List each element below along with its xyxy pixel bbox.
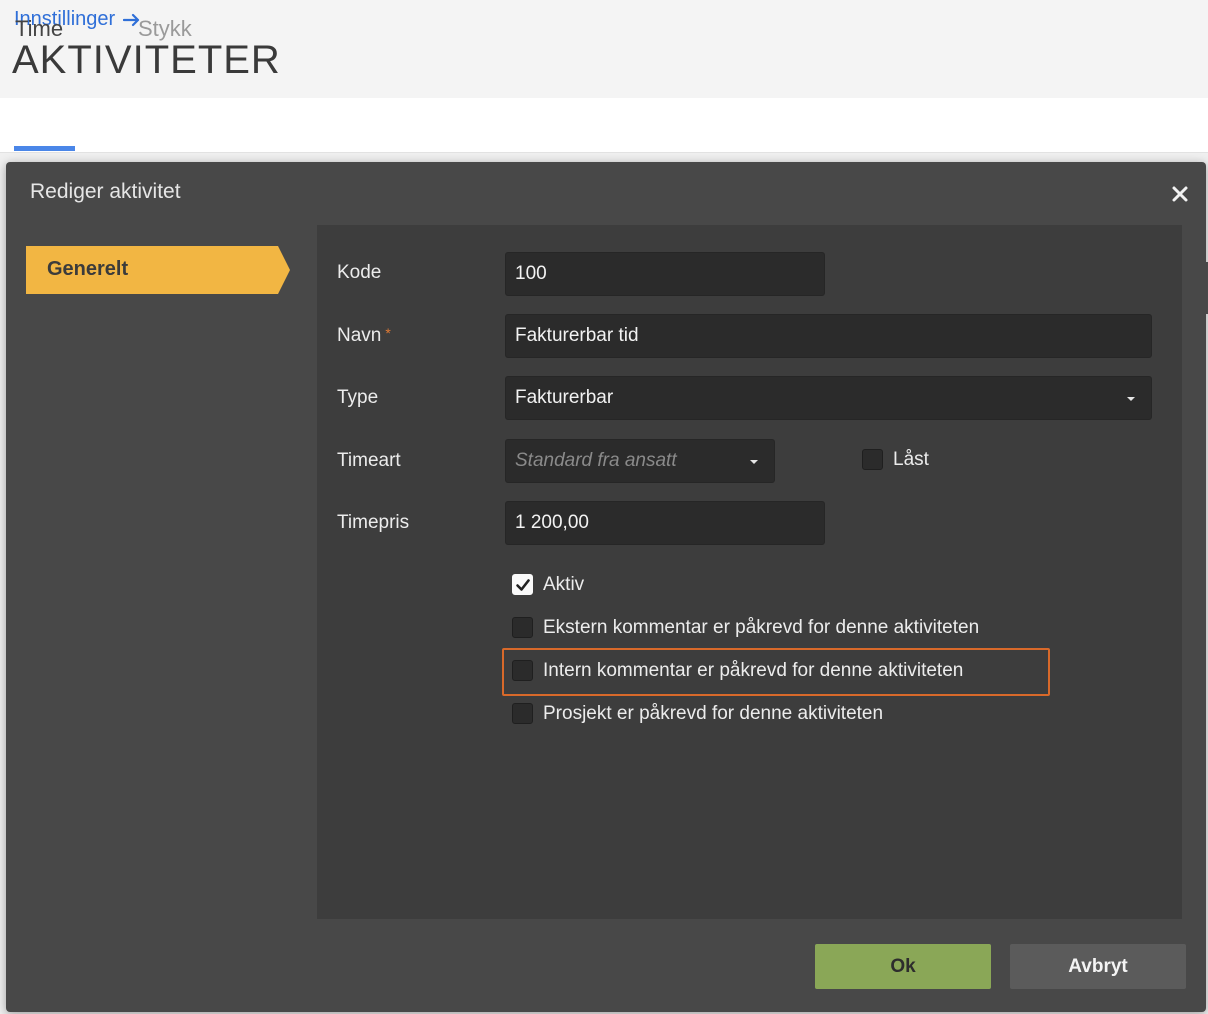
kode-input[interactable]: 100 [505, 252, 825, 296]
navn-label-text: Navn [337, 325, 382, 346]
prosjekt-checkbox[interactable] [512, 703, 533, 724]
nav-item-generelt[interactable]: Generelt [26, 246, 290, 294]
prosjekt-label: Prosjekt er påkrevd for denne aktivitete… [543, 703, 884, 724]
intern-kommentar-label: Intern kommentar er påkrevd for denne ak… [543, 660, 964, 681]
navn-input[interactable]: Fakturerbar tid [505, 314, 1152, 358]
active-tab-indicator [14, 146, 75, 151]
ekstern-kommentar-label: Ekstern kommentar er påkrevd for denne a… [543, 617, 980, 638]
tabs-bar [0, 98, 1208, 153]
timeart-placeholder: Standard fra ansatt [515, 450, 677, 471]
timepris-label: Timepris [337, 512, 410, 533]
dialog-title: Rediger aktivitet [30, 180, 181, 203]
laast-checkbox[interactable] [862, 449, 883, 470]
cancel-button[interactable]: Avbryt [1010, 944, 1186, 989]
checkmark-icon [516, 579, 530, 591]
ekstern-kommentar-checkbox[interactable] [512, 617, 533, 638]
aktiv-checkbox[interactable] [512, 574, 533, 595]
intern-kommentar-checkbox[interactable] [512, 660, 533, 681]
navn-label: Navn * [337, 325, 391, 347]
timepris-input[interactable]: 1 200,00 [505, 501, 825, 545]
close-button[interactable] [1168, 182, 1192, 206]
type-label: Type [337, 387, 379, 408]
chevron-down-icon [1127, 397, 1135, 401]
required-marker: * [385, 325, 391, 341]
aktiv-label: Aktiv [543, 574, 585, 595]
chevron-down-icon [750, 460, 758, 464]
type-select[interactable]: Fakturerbar [505, 376, 1152, 420]
tab-stykk[interactable]: Stykk [138, 16, 192, 42]
type-select-value: Fakturerbar [515, 387, 614, 408]
nav-item-label: Generelt [47, 258, 129, 280]
kode-label: Kode [337, 262, 382, 283]
tab-time[interactable]: Time [15, 16, 63, 42]
ok-button[interactable]: Ok [815, 944, 991, 989]
close-icon [1172, 186, 1188, 202]
page: Innstillinger AKTIVITETER Time Stykk Red… [0, 0, 1208, 1014]
timeart-label: Timeart [337, 450, 401, 471]
timeart-select[interactable]: Standard fra ansatt [505, 439, 775, 483]
laast-label: Låst [893, 449, 929, 470]
page-title: AKTIVITETER [12, 38, 281, 82]
